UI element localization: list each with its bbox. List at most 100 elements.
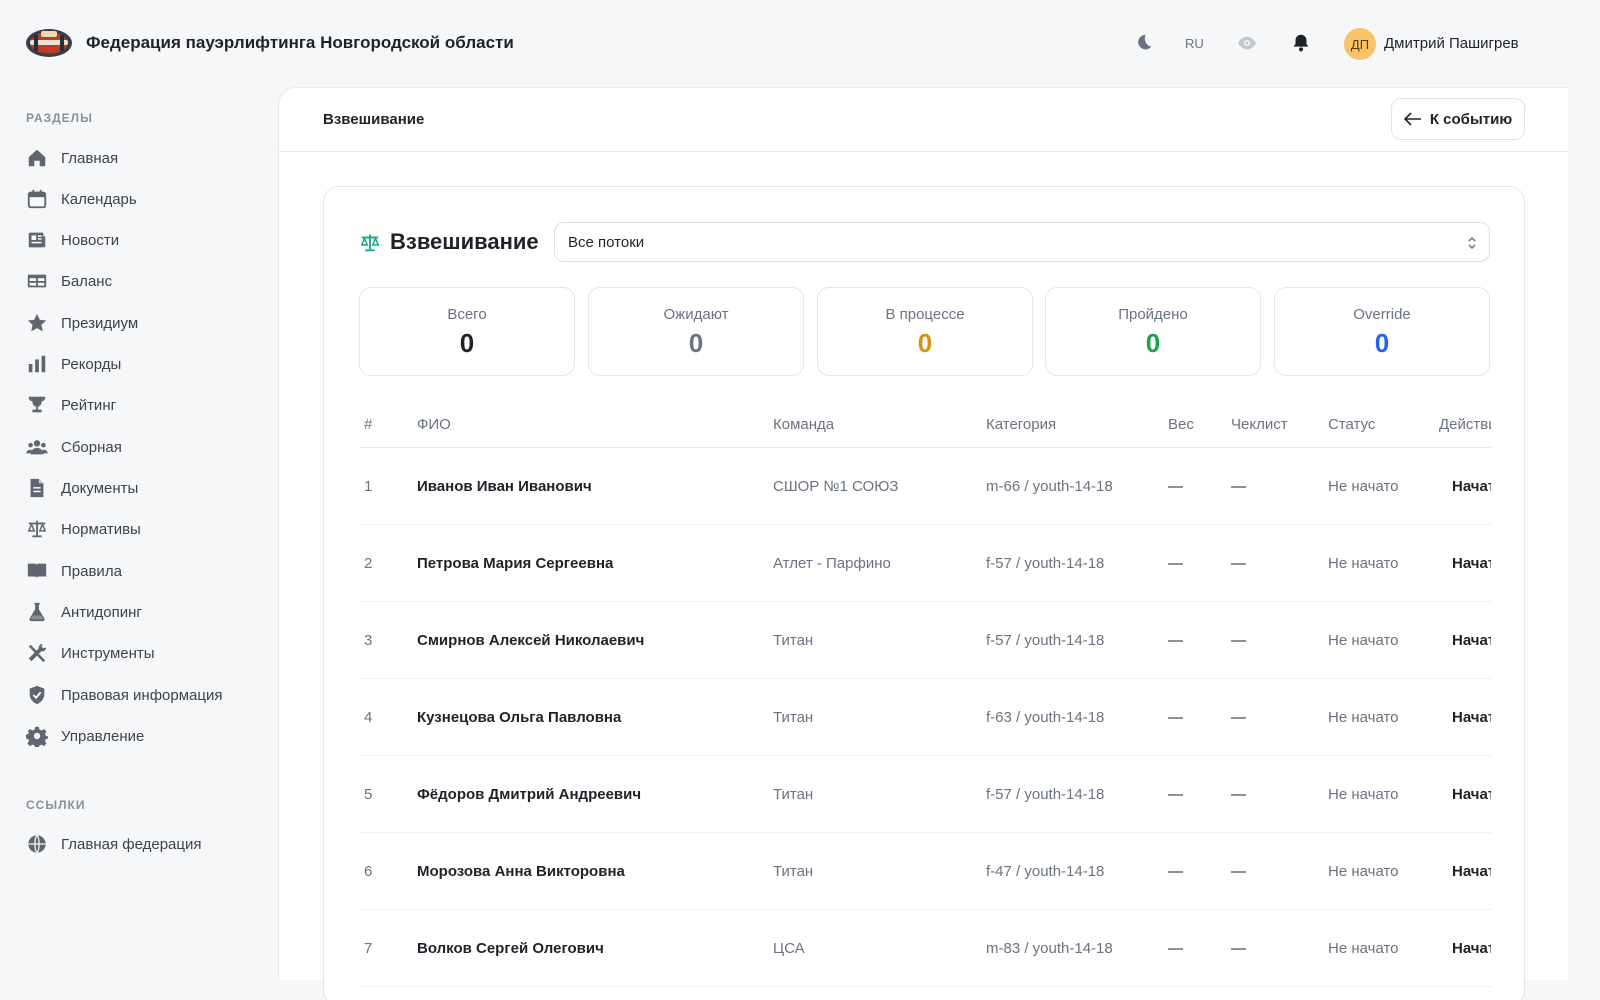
top-bar: Федерация пауэрлифтинга Новгородской обл…: [0, 0, 1568, 87]
start-button[interactable]: Начать: [1452, 478, 1491, 495]
athlete-name[interactable]: Фёдоров Дмитрий Андреевич: [417, 786, 641, 803]
stat-value: 0: [917, 328, 933, 358]
language-switch[interactable]: RU: [1185, 36, 1204, 51]
star-icon: [26, 312, 48, 334]
org-title[interactable]: Федерация пауэрлифтинга Новгородской обл…: [86, 33, 514, 53]
row-number: 1: [364, 478, 373, 495]
stat-waiting: Ожидают 0: [588, 287, 804, 376]
stat-value: 0: [1374, 328, 1390, 358]
table-row[interactable]: 7 Волков Сергей Олегович ЦСА m-83 / yout…: [359, 910, 1491, 987]
users-icon: [26, 436, 48, 458]
sidebar-item-news[interactable]: Новости: [26, 227, 266, 253]
sidebar-item-label: Сборная: [61, 438, 122, 456]
status: Не начато: [1328, 478, 1399, 495]
weight: —: [1168, 940, 1183, 957]
table-row[interactable]: 4 Кузнецова Ольга Павловна Титан f-63 / …: [359, 679, 1491, 756]
status: Не начато: [1328, 863, 1399, 880]
start-button[interactable]: Начать: [1452, 863, 1491, 880]
stat-value: 0: [1145, 328, 1161, 358]
team-name: СШОР №1 СОЮЗ: [773, 478, 899, 495]
sidebar-item-balance[interactable]: Баланс: [26, 268, 266, 294]
stat-label: Override: [1353, 306, 1411, 323]
checklist: —: [1231, 478, 1246, 495]
athlete-name[interactable]: Волков Сергей Олегович: [417, 940, 604, 957]
sidebar-item-label: Управление: [61, 727, 145, 745]
home-icon: [26, 147, 48, 169]
sidebar-item-documents[interactable]: Документы: [26, 475, 266, 501]
sidebar-item-label: Главная: [61, 149, 119, 167]
column-header-team[interactable]: Команда: [773, 416, 834, 433]
sidebar-item-presidium[interactable]: Президиум: [26, 310, 266, 336]
sidebar-item-label: Календарь: [61, 190, 137, 208]
stat-label: Всего: [447, 306, 487, 323]
table-row[interactable]: 1 Иванов Иван Иванович СШОР №1 СОЮЗ m-66…: [359, 448, 1491, 525]
scale-icon: [359, 232, 381, 254]
card-title: Взвешивание: [390, 229, 539, 254]
main-panel: Взвешивание К событию Взвешивание Все по…: [278, 87, 1569, 1000]
eye-icon[interactable]: [1236, 31, 1258, 55]
back-to-event-button[interactable]: К событию: [1391, 98, 1525, 140]
table-row[interactable]: 5 Фёдоров Дмитрий Андреевич Титан f-57 /…: [359, 756, 1491, 833]
trophy-icon: [26, 394, 48, 416]
team-name: Титан: [773, 863, 814, 880]
column-header-category[interactable]: Категория: [986, 416, 1056, 433]
start-button[interactable]: Начать: [1452, 709, 1491, 726]
row-number: 3: [364, 632, 373, 649]
status: Не начато: [1328, 786, 1399, 803]
weighing-card: Взвешивание Все потоки Всего 0 Ожидают 0…: [323, 186, 1525, 1000]
links-label: ССЫЛКИ: [26, 798, 86, 812]
sections-label: РАЗДЕЛЫ: [26, 111, 93, 125]
weight: —: [1168, 863, 1183, 880]
federation-logo[interactable]: [24, 25, 74, 61]
user-name[interactable]: Дмитрий Пашигрев: [1384, 35, 1519, 52]
arrow-left-icon: [1403, 112, 1430, 126]
stat-label: Пройдено: [1118, 306, 1188, 323]
column-header-name[interactable]: ФИО: [417, 416, 451, 433]
bar-chart-icon: [26, 353, 48, 375]
sidebar-link-main-federation[interactable]: Главная федерация: [26, 831, 266, 857]
sidebar-item-rating[interactable]: Рейтинг: [26, 392, 266, 418]
team-name: Титан: [773, 709, 814, 726]
stream-select-value: Все потоки: [568, 233, 645, 251]
sidebar-item-calendar[interactable]: Календарь: [26, 186, 266, 212]
sidebar-item-label: Правовая информация: [61, 686, 223, 704]
start-button[interactable]: Начать: [1452, 940, 1491, 957]
stat-override: Override 0: [1274, 287, 1490, 376]
row-number: 7: [364, 940, 373, 957]
sidebar-item-home[interactable]: Главная: [26, 145, 266, 171]
athlete-name[interactable]: Иванов Иван Иванович: [417, 478, 592, 495]
sidebar-item-label: Баланс: [61, 272, 113, 290]
athlete-name[interactable]: Смирнов Алексей Николаевич: [417, 632, 644, 649]
sidebar-item-standards[interactable]: Нормативы: [26, 516, 266, 542]
sidebar-item-legal[interactable]: Правовая информация: [26, 682, 266, 708]
sidebar-item-rules[interactable]: Правила: [26, 558, 266, 584]
sidebar-item-team[interactable]: Сборная: [26, 434, 266, 460]
row-number: 4: [364, 709, 373, 726]
category: f-57 / youth-14-18: [986, 555, 1105, 572]
table-row[interactable]: 3 Смирнов Алексей Николаевич Титан f-57 …: [359, 602, 1491, 679]
sidebar-item-records[interactable]: Рекорды: [26, 351, 266, 377]
athlete-name[interactable]: Морозова Анна Викторовна: [417, 863, 625, 880]
status: Не начато: [1328, 709, 1399, 726]
start-button[interactable]: Начать: [1452, 632, 1491, 649]
moon-icon[interactable]: [1132, 31, 1154, 55]
page-header: Взвешивание К событию: [279, 88, 1569, 152]
sidebar-item-tools[interactable]: Инструменты: [26, 640, 266, 666]
sidebar-item-antidoping[interactable]: Антидопинг: [26, 599, 266, 625]
start-button[interactable]: Начать: [1452, 786, 1491, 803]
table-row[interactable]: 6 Морозова Анна Викторовна Титан f-47 / …: [359, 833, 1491, 910]
stat-in-progress: В процессе 0: [817, 287, 1033, 376]
category: m-66 / youth-14-18: [986, 478, 1113, 495]
sidebar-item-management[interactable]: Управление: [26, 723, 266, 749]
athlete-name[interactable]: Кузнецова Ольга Павловна: [417, 709, 621, 726]
table-row[interactable]: 2 Петрова Мария Сергеевна Атлет - Парфин…: [359, 525, 1491, 602]
athlete-name[interactable]: Петрова Мария Сергеевна: [417, 555, 613, 572]
bell-icon[interactable]: [1290, 31, 1312, 55]
stat-passed: Пройдено 0: [1045, 287, 1261, 376]
row-number: 6: [364, 863, 373, 880]
avatar[interactable]: ДП: [1344, 28, 1376, 60]
start-button[interactable]: Начать: [1452, 555, 1491, 572]
flask-icon: [26, 601, 48, 623]
row-number: 2: [364, 555, 373, 572]
stream-select[interactable]: Все потоки: [554, 222, 1490, 262]
